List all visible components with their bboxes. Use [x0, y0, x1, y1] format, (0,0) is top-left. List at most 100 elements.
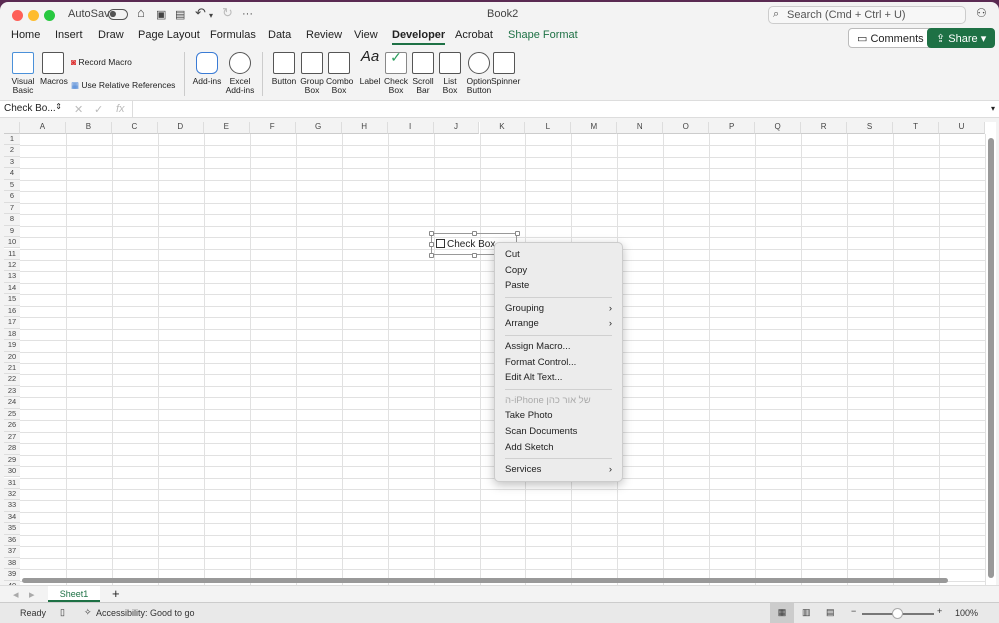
- menu-item-format-control[interactable]: Format Control...: [495, 355, 622, 371]
- column-header[interactable]: I: [387, 122, 434, 134]
- resize-handle[interactable]: [472, 253, 477, 258]
- menu-item-scan-documents[interactable]: Scan Documents: [495, 424, 622, 440]
- row-header[interactable]: 28: [4, 443, 20, 455]
- row-header[interactable]: 16: [4, 305, 20, 318]
- menu-item-assign-macro[interactable]: Assign Macro...: [495, 339, 622, 355]
- column-header[interactable]: T: [893, 122, 939, 134]
- row-header[interactable]: 24: [4, 397, 20, 409]
- row-header[interactable]: 30: [4, 466, 20, 478]
- tab-draw[interactable]: Draw: [98, 29, 124, 41]
- save-as-icon[interactable]: ▤: [175, 8, 185, 21]
- column-header[interactable]: C: [111, 122, 158, 134]
- column-header[interactable]: M: [571, 122, 618, 134]
- search-input[interactable]: ⌕ Search (Cmd + Ctrl + U): [768, 6, 966, 24]
- row-header[interactable]: 19: [4, 340, 20, 352]
- menu-item-grouping[interactable]: Grouping ›: [495, 301, 622, 317]
- name-box[interactable]: Check Bo... ⇕: [4, 102, 64, 117]
- menu-item-paste[interactable]: Paste: [495, 278, 622, 294]
- vertical-scrollbar[interactable]: [988, 138, 994, 578]
- row-header[interactable]: 14: [4, 282, 20, 295]
- tab-developer[interactable]: Developer: [392, 29, 446, 45]
- column-header[interactable]: N: [617, 122, 664, 134]
- row-header[interactable]: 12: [4, 259, 20, 272]
- page-layout-view-icon[interactable]: ▥: [802, 607, 811, 618]
- accessibility-status[interactable]: Accessibility: Good to go: [96, 608, 195, 618]
- spinner-control-button[interactable]: Spinner: [491, 52, 520, 86]
- row-header[interactable]: 13: [4, 271, 20, 283]
- home-icon[interactable]: ⌂: [137, 5, 145, 20]
- list-box-control-button[interactable]: List Box: [437, 52, 463, 95]
- row-header[interactable]: 23: [4, 385, 20, 398]
- resize-handle[interactable]: [472, 231, 477, 236]
- row-header[interactable]: 34: [4, 511, 20, 524]
- menu-item-cut[interactable]: Cut: [495, 247, 622, 263]
- zoom-slider[interactable]: [862, 608, 934, 619]
- scroll-bar-control-button[interactable]: Scroll Bar: [410, 52, 436, 95]
- share-person-icon[interactable]: ⚇: [976, 6, 987, 20]
- column-header[interactable]: G: [295, 122, 342, 134]
- enter-icon[interactable]: ✓: [94, 103, 103, 116]
- row-header[interactable]: 22: [4, 374, 20, 386]
- more-icon[interactable]: ···: [242, 8, 253, 20]
- column-header[interactable]: J: [433, 122, 480, 134]
- check-box-control-button[interactable]: ✓ Check Box: [383, 50, 409, 95]
- row-header[interactable]: 21: [4, 363, 20, 375]
- row-header[interactable]: 29: [4, 454, 20, 467]
- row-header[interactable]: 39: [4, 569, 20, 581]
- tab-home[interactable]: Home: [11, 29, 40, 41]
- resize-handle[interactable]: [429, 242, 434, 247]
- zoom-in-icon[interactable]: +: [937, 606, 942, 616]
- comments-button[interactable]: ▭ Comments: [848, 28, 933, 48]
- undo-dropdown-icon[interactable]: ▾: [209, 11, 213, 20]
- prev-sheet-icon[interactable]: ◂: [13, 588, 19, 601]
- minimize-window-button[interactable]: [28, 10, 39, 21]
- column-header[interactable]: L: [525, 122, 572, 134]
- column-header[interactable]: R: [801, 122, 848, 134]
- sheet-tab-sheet1[interactable]: Sheet1: [48, 586, 100, 602]
- column-header[interactable]: P: [709, 122, 756, 134]
- undo-icon[interactable]: ↶: [195, 5, 206, 21]
- record-macro-button[interactable]: ◙ Record Macro: [71, 58, 132, 67]
- normal-view-icon[interactable]: ▦: [770, 603, 794, 623]
- group-box-control-button[interactable]: Group Box: [299, 52, 325, 95]
- column-header[interactable]: A: [20, 122, 66, 134]
- tab-formulas[interactable]: Formulas: [210, 29, 256, 41]
- resize-handle[interactable]: [515, 231, 520, 236]
- row-header[interactable]: 20: [4, 351, 20, 363]
- column-header[interactable]: O: [663, 122, 710, 134]
- tab-acrobat[interactable]: Acrobat: [455, 29, 493, 41]
- row-header[interactable]: 37: [4, 546, 20, 558]
- menu-item-copy[interactable]: Copy: [495, 263, 622, 279]
- column-header[interactable]: U: [939, 122, 985, 134]
- row-header[interactable]: 3: [4, 156, 20, 169]
- row-header[interactable]: 18: [4, 328, 20, 341]
- row-header[interactable]: 7: [4, 202, 20, 215]
- menu-item-take-photo[interactable]: Take Photo: [495, 408, 622, 424]
- tab-page-layout[interactable]: Page Layout: [138, 29, 200, 41]
- row-header[interactable]: 15: [4, 294, 20, 306]
- add-sheet-icon[interactable]: +: [112, 586, 120, 601]
- row-header[interactable]: 5: [4, 179, 20, 192]
- column-header[interactable]: B: [65, 122, 112, 134]
- zoom-out-icon[interactable]: −: [851, 606, 856, 616]
- checkbox-square[interactable]: [436, 239, 445, 248]
- tab-shape-format[interactable]: Shape Format: [508, 29, 578, 41]
- redo-icon[interactable]: ↻: [222, 5, 233, 21]
- macro-record-icon[interactable]: ▯: [60, 607, 65, 618]
- row-header[interactable]: 25: [4, 408, 20, 421]
- fx-icon[interactable]: fx: [116, 103, 125, 115]
- row-header[interactable]: 38: [4, 557, 20, 570]
- tab-insert[interactable]: Insert: [55, 29, 83, 41]
- excel-add-ins-button[interactable]: Excel Add-ins: [225, 52, 255, 95]
- share-button[interactable]: ⇪ Share ▾: [927, 28, 996, 48]
- row-header[interactable]: 11: [4, 248, 20, 260]
- row-header[interactable]: 33: [4, 500, 20, 512]
- tab-data[interactable]: Data: [268, 29, 291, 41]
- menu-item-services[interactable]: Services ›: [495, 462, 622, 478]
- menu-item-edit-alt-text[interactable]: Edit Alt Text...: [495, 370, 622, 386]
- row-header[interactable]: 4: [4, 168, 20, 180]
- menu-item-add-sketch[interactable]: Add Sketch: [495, 440, 622, 456]
- column-header[interactable]: S: [847, 122, 894, 134]
- row-header[interactable]: 32: [4, 488, 20, 501]
- row-header[interactable]: 8: [4, 214, 20, 226]
